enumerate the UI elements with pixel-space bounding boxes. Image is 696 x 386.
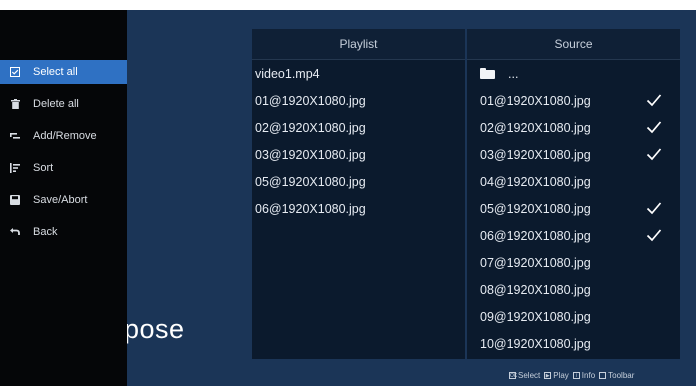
folder-label: ...	[508, 66, 519, 81]
menu-item-label: Sort	[33, 162, 54, 174]
sidebar-menu: Select all Delete all Add/Remove Sort Sa…	[0, 10, 127, 386]
source-item-name: 10@1920X1080.jpg	[480, 336, 591, 351]
source-title: Source	[467, 29, 680, 60]
playlist-panel: Playlist video1.mp4 01@1920X1080.jpg 02@…	[252, 29, 465, 359]
hint-select-label: Select	[518, 370, 541, 380]
background-word: pose	[124, 314, 185, 344]
source-item[interactable]: 03@1920X1080.jpg	[467, 141, 680, 168]
menu-item-sort[interactable]: Sort	[0, 156, 127, 180]
source-item[interactable]: 10@1920X1080.jpg	[467, 330, 680, 357]
checkmark-icon	[646, 202, 662, 215]
source-item-name: 02@1920X1080.jpg	[480, 120, 591, 135]
source-item[interactable]: 01@1920X1080.jpg	[467, 87, 680, 114]
source-panel: Source ... 01@1920X1080.jpg 02@1920X1080…	[467, 29, 680, 359]
playlist-item[interactable]: video1.mp4	[252, 60, 465, 87]
hint-info-label: Info	[581, 370, 596, 380]
source-item[interactable]: 07@1920X1080.jpg	[467, 249, 680, 276]
info-key-icon: i	[572, 371, 580, 379]
source-item-name: 01@1920X1080.jpg	[480, 93, 591, 108]
source-item-name: 09@1920X1080.jpg	[480, 309, 591, 324]
hint-play-label: Play	[553, 370, 569, 380]
menu-item-add-remove[interactable]: Add/Remove	[0, 124, 127, 148]
toolbar-key-icon	[599, 371, 607, 379]
source-folder-up[interactable]: ...	[467, 60, 680, 87]
source-item[interactable]: 04@1920X1080.jpg	[467, 168, 680, 195]
folder-icon	[480, 68, 495, 79]
menu-item-delete-all[interactable]: Delete all	[0, 92, 127, 116]
checkmark-icon	[646, 121, 662, 134]
sort-icon	[9, 162, 21, 174]
remote-hint-bar: OK Select ▶ Play i Info Toolbar	[505, 369, 696, 381]
source-item[interactable]: 09@1920X1080.jpg	[467, 303, 680, 330]
menu-item-label: Select all	[33, 66, 78, 78]
menu-item-label: Add/Remove	[33, 130, 97, 142]
source-item-name: 05@1920X1080.jpg	[480, 201, 591, 216]
menu-item-label: Delete all	[33, 98, 79, 110]
trash-icon	[9, 98, 21, 110]
checkmark-icon	[646, 229, 662, 242]
play-key-icon: ▶	[544, 371, 552, 379]
menu-item-save-abort[interactable]: Save/Abort	[0, 188, 127, 212]
checkmark-icon	[646, 94, 662, 107]
source-item[interactable]: 08@1920X1080.jpg	[467, 276, 680, 303]
source-item-name: 08@1920X1080.jpg	[480, 282, 591, 297]
source-item-name: 03@1920X1080.jpg	[480, 147, 591, 162]
playlist-item[interactable]: 03@1920X1080.jpg	[252, 141, 465, 168]
add-remove-icon	[9, 130, 21, 142]
playlist-item[interactable]: 05@1920X1080.jpg	[252, 168, 465, 195]
checkmark-icon	[646, 148, 662, 161]
select-all-icon	[9, 66, 21, 78]
playlist-item[interactable]: 06@1920X1080.jpg	[252, 195, 465, 222]
save-icon	[9, 194, 21, 206]
source-item-name: 04@1920X1080.jpg	[480, 174, 591, 189]
menu-item-select-all[interactable]: Select all	[0, 60, 127, 84]
back-icon	[9, 226, 21, 238]
top-strip	[0, 0, 696, 10]
source-item[interactable]: 05@1920X1080.jpg	[467, 195, 680, 222]
playlist-item[interactable]: 01@1920X1080.jpg	[252, 87, 465, 114]
ok-key-icon: OK	[509, 371, 518, 379]
source-item[interactable]: 06@1920X1080.jpg	[467, 222, 680, 249]
hint-toolbar-label: Toolbar	[608, 370, 635, 380]
source-item-name: 06@1920X1080.jpg	[480, 228, 591, 243]
playlist-item[interactable]: 02@1920X1080.jpg	[252, 114, 465, 141]
menu-item-back[interactable]: Back	[0, 220, 127, 244]
menu-item-label: Back	[33, 226, 58, 238]
menu-item-label: Save/Abort	[33, 194, 88, 206]
playlist-title: Playlist	[252, 29, 465, 60]
source-item[interactable]: 02@1920X1080.jpg	[467, 114, 680, 141]
source-item-name: 07@1920X1080.jpg	[480, 255, 591, 270]
